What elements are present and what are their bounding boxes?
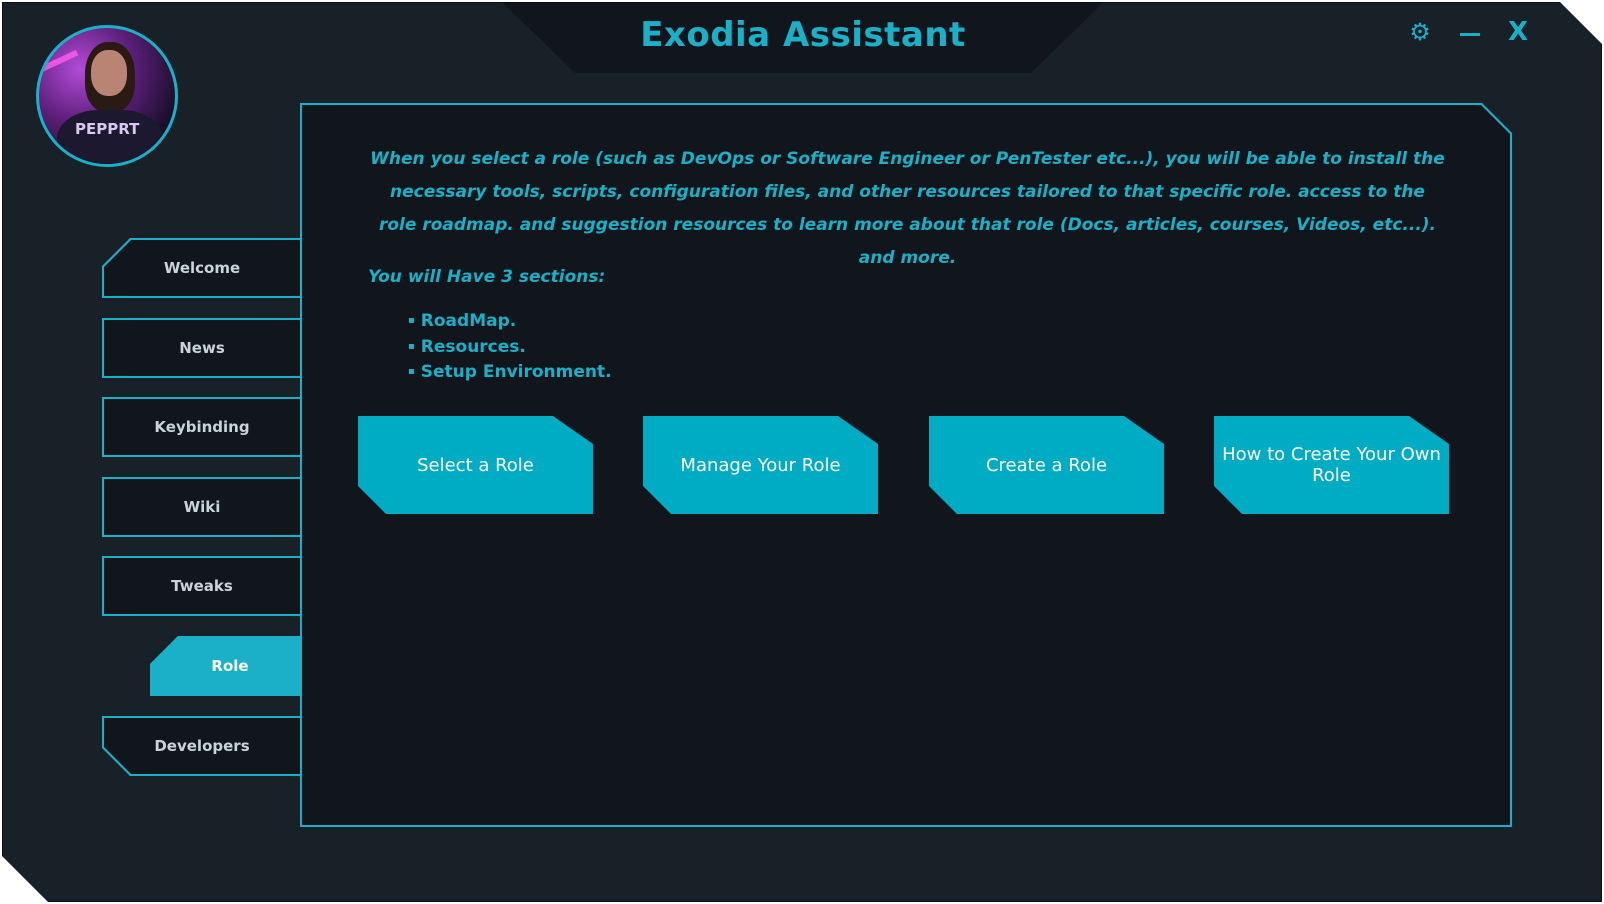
sidebar-item-label: Keybinding xyxy=(104,399,300,455)
sidebar-item-tweaks[interactable]: Tweaks xyxy=(102,556,300,616)
sidebar-item-label: Wiki xyxy=(104,479,300,535)
manage-role-button[interactable]: Manage Your Role xyxy=(643,416,878,514)
avatar: PEPPRT xyxy=(36,25,178,167)
close-icon[interactable]: X xyxy=(1503,17,1533,47)
sidebar-item-label: Welcome xyxy=(104,240,300,296)
sections-list: RoadMap. Resources. Setup Environment. xyxy=(408,310,612,387)
list-item: Resources. xyxy=(408,336,612,362)
sections-title: You will Have 3 sections: xyxy=(368,267,606,287)
sidebar-item-label: News xyxy=(104,320,300,376)
create-role-button[interactable]: Create a Role xyxy=(929,416,1164,514)
list-item: Setup Environment. xyxy=(408,361,612,387)
sidebar-item-welcome[interactable]: Welcome xyxy=(102,238,300,298)
sidebar-item-news[interactable]: News xyxy=(102,318,300,378)
minimize-icon[interactable] xyxy=(1455,23,1485,36)
sidebar-item-developers[interactable]: Developers xyxy=(102,716,300,776)
content-panel: When you select a role (such as DevOps o… xyxy=(300,103,1512,827)
sidebar-item-label: Role xyxy=(150,636,300,696)
sidebar-item-role[interactable]: Role xyxy=(150,636,300,696)
app-window: Exodia Assistant ⚙ X PEPPRT Welcome News… xyxy=(2,2,1602,902)
sidebar-item-keybinding[interactable]: Keybinding xyxy=(102,397,300,457)
select-role-button[interactable]: Select a Role xyxy=(358,416,593,514)
sidebar-item-label: Developers xyxy=(104,718,300,774)
list-item: RoadMap. xyxy=(408,310,612,336)
content-panel-inner: When you select a role (such as DevOps o… xyxy=(302,105,1510,825)
how-to-create-role-button[interactable]: How to Create Your Own Role xyxy=(1214,416,1449,514)
app-title: Exodia Assistant xyxy=(640,15,966,55)
window-corner xyxy=(1560,2,1602,44)
gear-icon[interactable]: ⚙ xyxy=(1405,18,1435,46)
sidebar-item-wiki[interactable]: Wiki xyxy=(102,477,300,537)
role-description: When you select a role (such as DevOps o… xyxy=(370,149,1445,268)
window-corner xyxy=(2,856,48,902)
sidebar-item-label: Tweaks xyxy=(104,558,300,614)
